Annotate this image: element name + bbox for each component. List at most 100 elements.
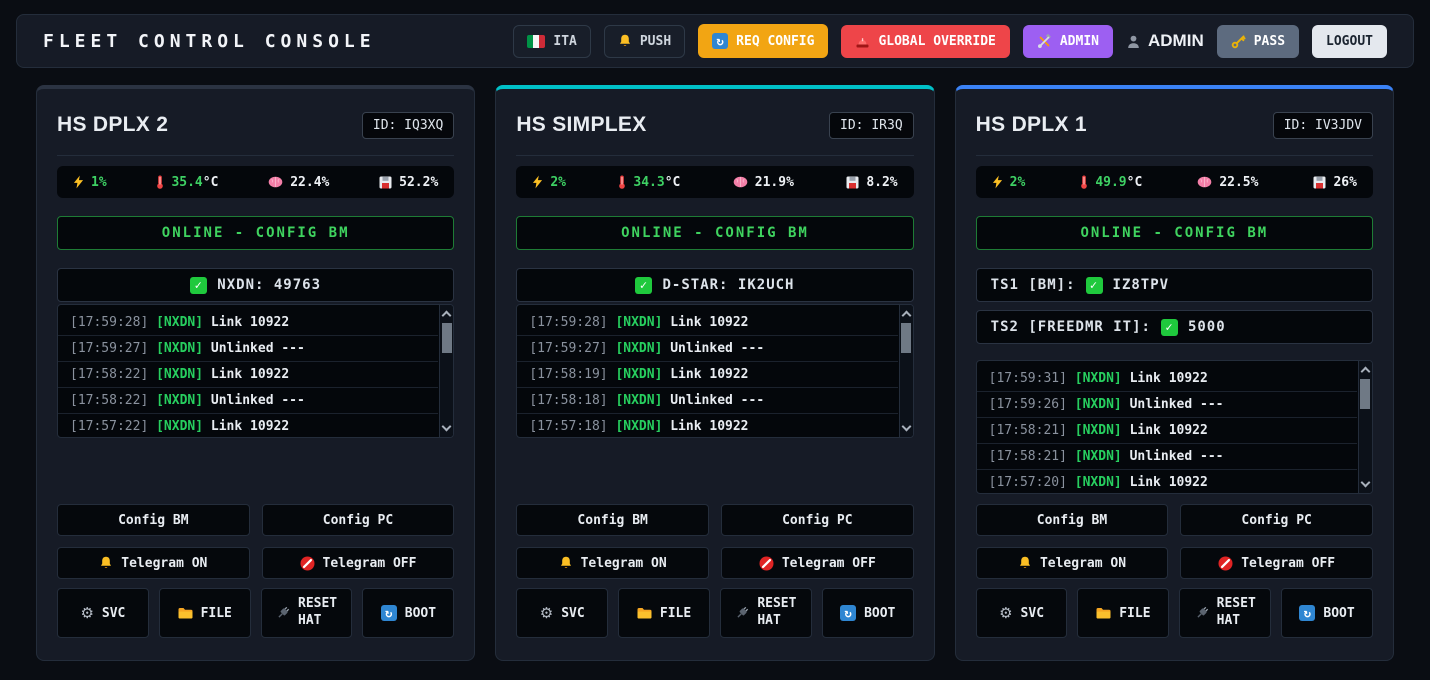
folder-icon — [637, 607, 652, 619]
req-config-button[interactable]: REQ CONFIG — [698, 24, 828, 58]
disk-value: 26% — [1333, 175, 1356, 190]
plug-icon — [735, 606, 749, 620]
req-config-label: REQ CONFIG — [736, 34, 814, 49]
telegram-on-button[interactable]: Telegram ON — [57, 547, 250, 579]
gear-icon — [999, 606, 1012, 621]
scroll-down-icon[interactable] — [901, 422, 911, 432]
telegram-off-button[interactable]: Telegram OFF — [1180, 547, 1373, 579]
gear-icon — [80, 606, 93, 621]
floppy-icon — [846, 176, 859, 189]
power-stat: 1% — [73, 175, 107, 190]
logout-button[interactable]: LOGOUT — [1312, 25, 1387, 58]
telegram-buttons: Telegram ON Telegram OFF — [976, 547, 1373, 579]
file-button[interactable]: FILE — [1077, 588, 1169, 638]
thermometer-icon — [156, 175, 164, 189]
key-icon — [1231, 34, 1246, 49]
refresh-icon — [1299, 605, 1315, 621]
log-row: [17:59:26] [NXDN] Unlinked --- — [977, 392, 1357, 418]
config-pc-button[interactable]: Config PC — [262, 504, 455, 536]
reset-hat-button[interactable]: RESET HAT — [261, 588, 353, 638]
telegram-buttons: Telegram ON Telegram OFF — [516, 547, 913, 579]
log-scrollbar[interactable] — [439, 305, 453, 437]
bell-icon — [618, 34, 632, 48]
pass-label: PASS — [1254, 34, 1285, 49]
brain-icon — [268, 176, 283, 188]
temp-stat: 34.3°C — [618, 175, 680, 190]
power-value: 2% — [1010, 175, 1026, 190]
scroll-thumb[interactable] — [442, 323, 452, 353]
temp-stat: 49.9°C — [1080, 175, 1142, 190]
global-override-button[interactable]: GLOBAL OVERRIDE — [841, 25, 1009, 58]
scroll-thumb[interactable] — [1360, 379, 1370, 409]
admin-user-chip: ADMIN — [1126, 31, 1204, 51]
telegram-off-button[interactable]: Telegram OFF — [721, 547, 914, 579]
bell-icon — [559, 556, 573, 570]
reset-hat-button[interactable]: RESET HAT — [720, 588, 812, 638]
log-row: [17:59:28] [NXDN] Link 10922 — [58, 310, 438, 336]
file-button[interactable]: FILE — [159, 588, 251, 638]
refresh-icon — [381, 605, 397, 621]
config-pc-button[interactable]: Config PC — [1180, 504, 1373, 536]
telegram-buttons: Telegram ON Telegram OFF — [57, 547, 454, 579]
plug-icon — [1195, 606, 1209, 620]
log-row: [17:58:22] [NXDN] Unlinked --- — [58, 388, 438, 414]
config-bm-button[interactable]: Config BM — [57, 504, 250, 536]
admin-button[interactable]: ADMIN — [1023, 25, 1113, 58]
ts1-label: TS1 [BM]: — [991, 277, 1076, 293]
config-bm-button[interactable]: Config BM — [516, 504, 709, 536]
svc-button[interactable]: SVC — [57, 588, 149, 638]
brain-icon — [1197, 176, 1212, 188]
pass-button[interactable]: PASS — [1217, 25, 1299, 58]
config-pc-button[interactable]: Config PC — [721, 504, 914, 536]
log-row: [17:57:20] [NXDN] Link 10922 — [977, 470, 1357, 494]
refresh-icon — [712, 33, 728, 49]
scroll-down-icon[interactable] — [1361, 478, 1371, 488]
log-row: [17:57:18] [NXDN] Link 10922 — [517, 414, 897, 438]
disk-stat: 52.2% — [379, 175, 438, 190]
push-label: PUSH — [640, 34, 671, 49]
log-row: [17:58:21] [NXDN] Link 10922 — [977, 418, 1357, 444]
telegram-off-button[interactable]: Telegram OFF — [262, 547, 455, 579]
log-rows: [17:59:28] [NXDN] Link 10922 [17:59:27] … — [58, 305, 438, 438]
config-bm-button[interactable]: Config BM — [976, 504, 1169, 536]
stats-bar: 2% 34.3°C 21.9% 8.2% — [516, 166, 913, 198]
scroll-thumb[interactable] — [901, 323, 911, 353]
gear-icon — [540, 606, 553, 621]
telegram-on-button[interactable]: Telegram ON — [516, 547, 709, 579]
scroll-up-icon[interactable] — [442, 311, 452, 321]
ts1-value: IZ8TPV — [1113, 277, 1170, 293]
card-title: HS SIMPLEX — [516, 113, 646, 137]
reset-hat-button[interactable]: RESET HAT — [1179, 588, 1271, 638]
no-entry-icon — [759, 556, 774, 571]
bell-icon — [99, 556, 113, 570]
log-scrollbar[interactable] — [1358, 361, 1372, 493]
log-row: [17:58:21] [NXDN] Unlinked --- — [977, 444, 1357, 470]
logout-label: LOGOUT — [1326, 34, 1373, 49]
scroll-down-icon[interactable] — [442, 422, 452, 432]
cards-row: HS DPLX 2 ID: IQ3XQ 1% 35.4°C 22.4% 52.2… — [0, 85, 1430, 661]
scroll-up-icon[interactable] — [1361, 367, 1371, 377]
ts1-bar: TS1 [BM]: IZ8TPV — [976, 268, 1373, 302]
top-bar: FLEET CONTROL CONSOLE ITA PUSH REQ CONFI… — [16, 14, 1414, 68]
card-header: HS DPLX 1 ID: IV3JDV — [976, 107, 1373, 143]
bell-icon — [1018, 556, 1032, 570]
push-button[interactable]: PUSH — [604, 25, 685, 58]
svc-button[interactable]: SVC — [976, 588, 1068, 638]
svc-button[interactable]: SVC — [516, 588, 608, 638]
log-row: [17:58:22] [NXDN] Link 10922 — [58, 362, 438, 388]
scroll-up-icon[interactable] — [901, 311, 911, 321]
telegram-on-button[interactable]: Telegram ON — [976, 547, 1169, 579]
log-scrollbar[interactable] — [899, 305, 913, 437]
config-buttons: Config BM Config PC — [516, 504, 913, 536]
temp-value: 49.9°C — [1095, 175, 1142, 190]
boot-button[interactable]: BOOT — [362, 588, 454, 638]
boot-button[interactable]: BOOT — [1281, 588, 1373, 638]
language-button[interactable]: ITA — [513, 25, 590, 58]
mode-label: D-STAR: IK2UCH — [662, 277, 794, 293]
file-button[interactable]: FILE — [618, 588, 710, 638]
bolt-icon — [73, 175, 84, 189]
boot-button[interactable]: BOOT — [822, 588, 914, 638]
temp-value: 34.3°C — [633, 175, 680, 190]
card-hs-dplx-2: HS DPLX 2 ID: IQ3XQ 1% 35.4°C 22.4% 52.2… — [36, 85, 475, 661]
temp-value: 35.4°C — [171, 175, 218, 190]
